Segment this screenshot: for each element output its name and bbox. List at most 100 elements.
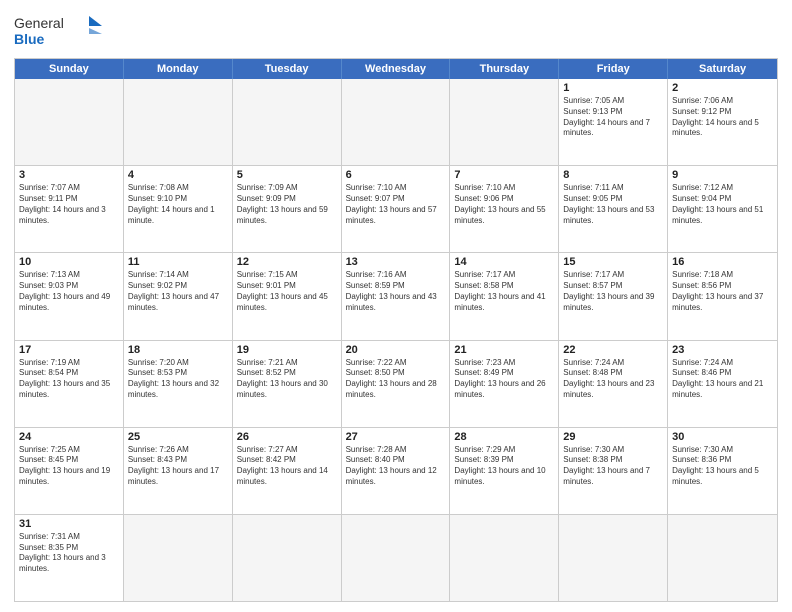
day-number: 18 <box>128 344 228 356</box>
day-header-sunday: Sunday <box>15 59 124 79</box>
day-header-tuesday: Tuesday <box>233 59 342 79</box>
day-number: 25 <box>128 431 228 443</box>
calendar-cell: 6Sunrise: 7:10 AMSunset: 9:07 PMDaylight… <box>342 166 451 252</box>
day-info: Sunrise: 7:18 AMSunset: 8:56 PMDaylight:… <box>672 270 773 313</box>
calendar-cell: 12 Sunrise: 7:15 AMSunset: 9:01 PMDayligh… <box>233 253 342 339</box>
day-info: Sunrise: 7:11 AMSunset: 9:05 PMDaylight:… <box>563 183 663 226</box>
calendar-cell <box>15 79 124 165</box>
calendar-cell: 19Sunrise: 7:21 AMSunset: 8:52 PMDayligh… <box>233 341 342 427</box>
calendar-cell: 27 Sunrise: 7:28 AMSunset: 8:40 PMDayligh… <box>342 428 451 514</box>
calendar-cell: 10 Sunrise: 7:13 AMSunset: 9:03 PMDayligh… <box>15 253 124 339</box>
day-number: 29 <box>563 431 663 443</box>
day-number: 16 <box>672 256 773 268</box>
day-info: Sunrise: 7:31 AMSunset: 8:35 PMDaylight:… <box>19 532 119 575</box>
calendar-cell: 8 Sunrise: 7:11 AMSunset: 9:05 PMDaylight… <box>559 166 668 252</box>
day-number: 9 <box>672 169 773 181</box>
day-info: Sunrise: 7:15 AMSunset: 9:01 PMDaylight:… <box>237 270 337 313</box>
calendar-cell: 7 Sunrise: 7:10 AMSunset: 9:06 PMDaylight… <box>450 166 559 252</box>
day-number: 13 <box>346 256 446 268</box>
calendar-cell: 13 Sunrise: 7:16 AMSunset: 8:59 PMDayligh… <box>342 253 451 339</box>
calendar-cell: 30 Sunrise: 7:30 AMSunset: 8:36 PMDayligh… <box>668 428 777 514</box>
calendar-cell <box>450 515 559 601</box>
day-info: Sunrise: 7:17 AMSunset: 8:58 PMDaylight:… <box>454 270 554 313</box>
day-number: 24 <box>19 431 119 443</box>
calendar-cell: 15Sunrise: 7:17 AMSunset: 8:57 PMDayligh… <box>559 253 668 339</box>
day-info: Sunrise: 7:13 AMSunset: 9:03 PMDaylight:… <box>19 270 119 313</box>
day-info: Sunrise: 7:14 AMSunset: 9:02 PMDaylight:… <box>128 270 228 313</box>
calendar-cell <box>668 515 777 601</box>
day-header-monday: Monday <box>124 59 233 79</box>
day-info: Sunrise: 7:30 AMSunset: 8:36 PMDaylight:… <box>672 445 773 488</box>
calendar-cell: 21 Sunrise: 7:23 AMSunset: 8:49 PMDayligh… <box>450 341 559 427</box>
day-info: Sunrise: 7:24 AMSunset: 8:46 PMDaylight:… <box>672 358 773 401</box>
day-info: Sunrise: 7:06 AMSunset: 9:12 PMDaylight:… <box>672 96 773 139</box>
calendar-cell: 11 Sunrise: 7:14 AMSunset: 9:02 PMDayligh… <box>124 253 233 339</box>
day-info: Sunrise: 7:07 AMSunset: 9:11 PMDaylight:… <box>19 183 119 226</box>
day-info: Sunrise: 7:29 AMSunset: 8:39 PMDaylight:… <box>454 445 554 488</box>
day-number: 1 <box>563 82 663 94</box>
day-number: 4 <box>128 169 228 181</box>
day-number: 17 <box>19 344 119 356</box>
day-number: 21 <box>454 344 554 356</box>
day-info: Sunrise: 7:21 AMSunset: 8:52 PMDaylight:… <box>237 358 337 401</box>
calendar-row-3: 17 Sunrise: 7:19 AMSunset: 8:54 PMDayligh… <box>15 340 777 427</box>
day-number: 22 <box>563 344 663 356</box>
day-number: 23 <box>672 344 773 356</box>
day-info: Sunrise: 7:25 AMSunset: 8:45 PMDaylight:… <box>19 445 119 488</box>
calendar-cell: 26 Sunrise: 7:27 AMSunset: 8:42 PMDayligh… <box>233 428 342 514</box>
calendar-cell: 4 Sunrise: 7:08 AMSunset: 9:10 PMDaylight… <box>124 166 233 252</box>
day-info: Sunrise: 7:05 AMSunset: 9:13 PMDaylight:… <box>563 96 663 139</box>
calendar-cell: 2Sunrise: 7:06 AMSunset: 9:12 PMDaylight… <box>668 79 777 165</box>
day-info: Sunrise: 7:30 AMSunset: 8:38 PMDaylight:… <box>563 445 663 488</box>
day-number: 31 <box>19 518 119 530</box>
logo-svg: General Blue <box>14 12 104 50</box>
svg-text:Blue: Blue <box>14 31 45 47</box>
calendar-cell: 29 Sunrise: 7:30 AMSunset: 8:38 PMDayligh… <box>559 428 668 514</box>
day-info: Sunrise: 7:09 AMSunset: 9:09 PMDaylight:… <box>237 183 337 226</box>
day-number: 3 <box>19 169 119 181</box>
calendar-cell <box>124 79 233 165</box>
calendar-cell: 22Sunrise: 7:24 AMSunset: 8:48 PMDayligh… <box>559 341 668 427</box>
calendar-cell <box>233 79 342 165</box>
calendar-cell: 14Sunrise: 7:17 AMSunset: 8:58 PMDayligh… <box>450 253 559 339</box>
calendar-cell: 5Sunrise: 7:09 AMSunset: 9:09 PMDaylight… <box>233 166 342 252</box>
calendar-cell <box>342 515 451 601</box>
page: General Blue SundayMondayTuesdayWednesda… <box>0 0 792 612</box>
day-info: Sunrise: 7:27 AMSunset: 8:42 PMDaylight:… <box>237 445 337 488</box>
calendar-cell <box>450 79 559 165</box>
day-number: 30 <box>672 431 773 443</box>
calendar-cell <box>124 515 233 601</box>
day-info: Sunrise: 7:28 AMSunset: 8:40 PMDaylight:… <box>346 445 446 488</box>
day-number: 7 <box>454 169 554 181</box>
day-info: Sunrise: 7:17 AMSunset: 8:57 PMDaylight:… <box>563 270 663 313</box>
day-info: Sunrise: 7:08 AMSunset: 9:10 PMDaylight:… <box>128 183 228 226</box>
calendar-header-row: SundayMondayTuesdayWednesdayThursdayFrid… <box>15 59 777 79</box>
calendar-body: 1 Sunrise: 7:05 AMSunset: 9:13 PMDaylight… <box>15 79 777 601</box>
calendar-row-2: 10 Sunrise: 7:13 AMSunset: 9:03 PMDayligh… <box>15 252 777 339</box>
calendar: SundayMondayTuesdayWednesdayThursdayFrid… <box>14 58 778 602</box>
calendar-cell: 17 Sunrise: 7:19 AMSunset: 8:54 PMDayligh… <box>15 341 124 427</box>
day-number: 26 <box>237 431 337 443</box>
day-info: Sunrise: 7:23 AMSunset: 8:49 PMDaylight:… <box>454 358 554 401</box>
calendar-cell: 1 Sunrise: 7:05 AMSunset: 9:13 PMDaylight… <box>559 79 668 165</box>
day-header-wednesday: Wednesday <box>342 59 451 79</box>
calendar-row-1: 3 Sunrise: 7:07 AMSunset: 9:11 PMDaylight… <box>15 165 777 252</box>
calendar-cell: 24 Sunrise: 7:25 AMSunset: 8:45 PMDayligh… <box>15 428 124 514</box>
logo: General Blue <box>14 12 104 50</box>
day-header-saturday: Saturday <box>668 59 777 79</box>
day-number: 11 <box>128 256 228 268</box>
day-number: 28 <box>454 431 554 443</box>
day-info: Sunrise: 7:19 AMSunset: 8:54 PMDaylight:… <box>19 358 119 401</box>
day-info: Sunrise: 7:16 AMSunset: 8:59 PMDaylight:… <box>346 270 446 313</box>
day-info: Sunrise: 7:10 AMSunset: 9:07 PMDaylight:… <box>346 183 446 226</box>
day-header-friday: Friday <box>559 59 668 79</box>
day-number: 10 <box>19 256 119 268</box>
day-number: 12 <box>237 256 337 268</box>
calendar-cell: 3 Sunrise: 7:07 AMSunset: 9:11 PMDaylight… <box>15 166 124 252</box>
day-number: 27 <box>346 431 446 443</box>
day-number: 8 <box>563 169 663 181</box>
day-info: Sunrise: 7:10 AMSunset: 9:06 PMDaylight:… <box>454 183 554 226</box>
calendar-cell: 28 Sunrise: 7:29 AMSunset: 8:39 PMDayligh… <box>450 428 559 514</box>
day-info: Sunrise: 7:22 AMSunset: 8:50 PMDaylight:… <box>346 358 446 401</box>
day-info: Sunrise: 7:20 AMSunset: 8:53 PMDaylight:… <box>128 358 228 401</box>
